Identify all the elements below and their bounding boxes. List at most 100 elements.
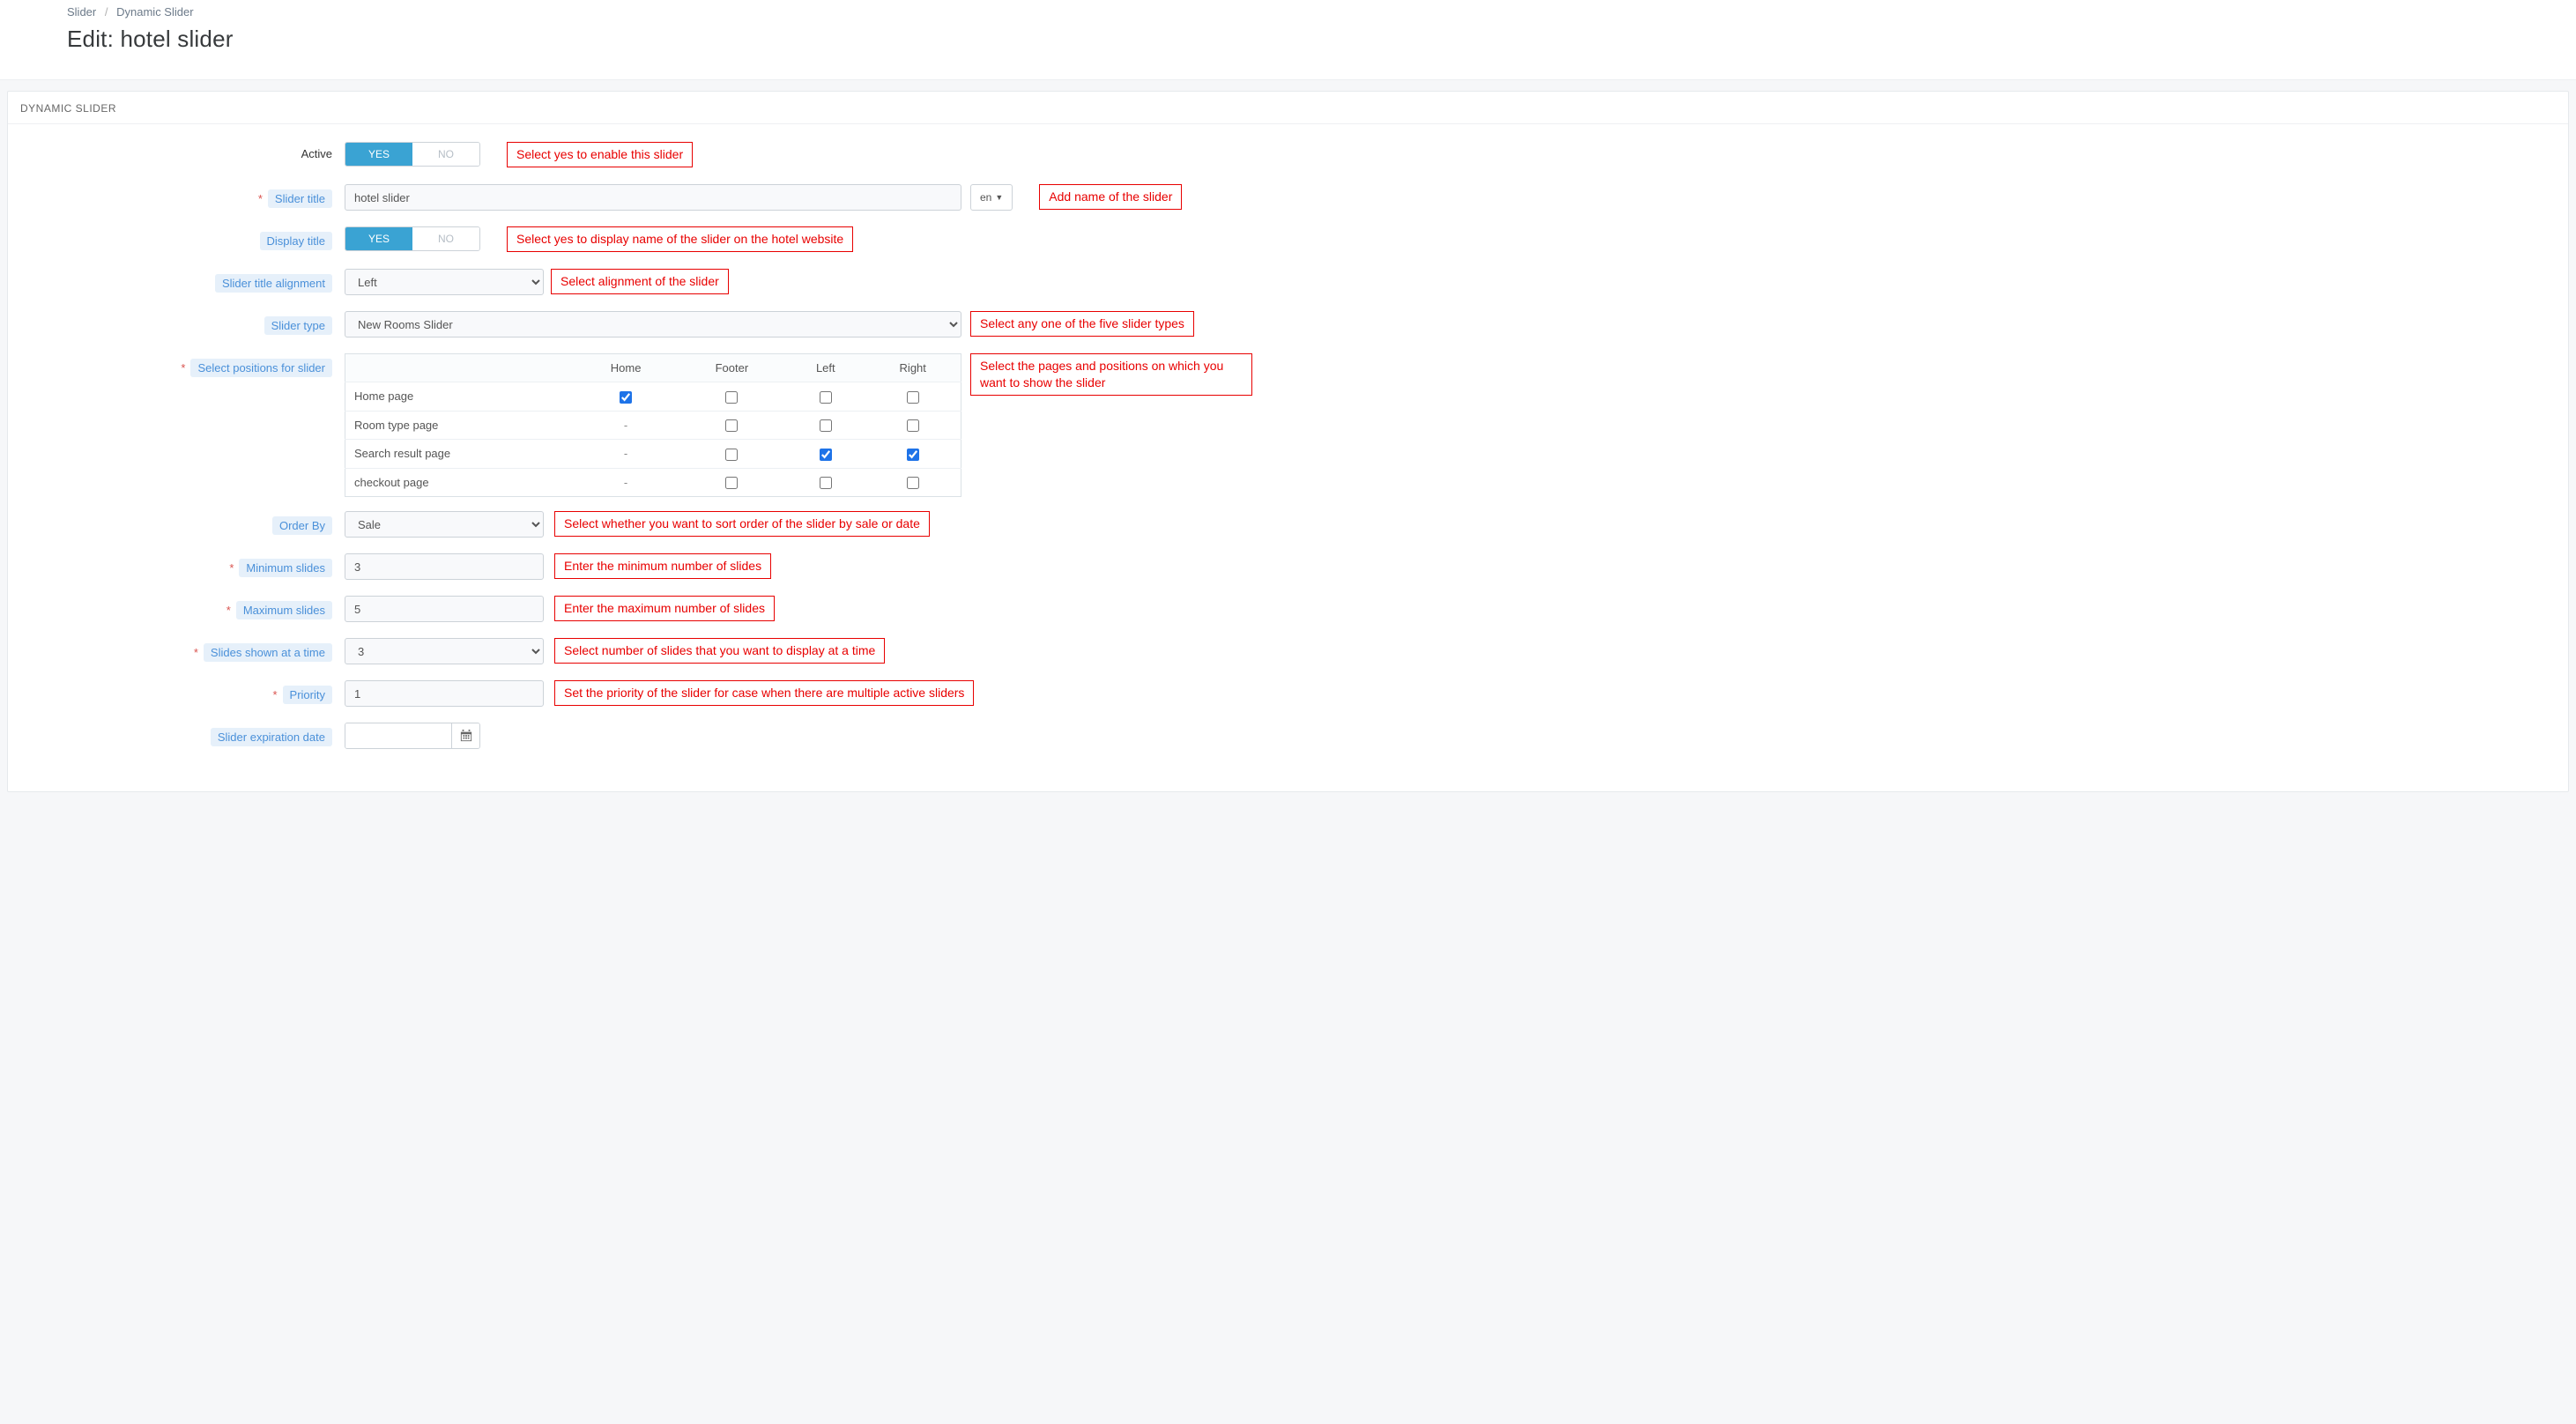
positions-cell xyxy=(786,382,865,412)
slides-at-time-select[interactable]: 3 xyxy=(345,638,544,664)
positions-checkbox[interactable] xyxy=(820,477,832,489)
positions-col-home: Home xyxy=(575,354,678,382)
positions-cell xyxy=(865,468,961,497)
max-slides-input[interactable] xyxy=(345,596,544,622)
panel-title: DYNAMIC SLIDER xyxy=(8,92,2568,124)
hint-min-slides: Enter the minimum number of slides xyxy=(554,553,771,579)
breadcrumb: Slider / Dynamic Slider xyxy=(67,5,2509,19)
label-title-align: Slider title alignment xyxy=(215,274,332,293)
positions-cell xyxy=(865,411,961,440)
label-priority: Priority xyxy=(283,686,332,704)
positions-col-right: Right xyxy=(865,354,961,382)
positions-cell xyxy=(865,440,961,469)
required-marker: * xyxy=(194,646,198,659)
positions-table: Home Footer Left Right Home pageRoom typ… xyxy=(345,353,961,497)
display-title-no[interactable]: NO xyxy=(412,227,479,250)
positions-cell xyxy=(678,411,786,440)
positions-checkbox[interactable] xyxy=(907,419,919,432)
calendar-icon xyxy=(460,730,472,742)
active-toggle[interactable]: YES NO xyxy=(345,142,480,167)
display-title-yes[interactable]: YES xyxy=(345,227,412,250)
positions-checkbox[interactable] xyxy=(725,391,738,404)
priority-input[interactable] xyxy=(345,680,544,707)
hint-slides-at-time: Select number of slides that you want to… xyxy=(554,638,885,664)
label-slider-type: Slider type xyxy=(264,316,332,335)
hint-positions: Select the pages and positions on which … xyxy=(970,353,1252,396)
positions-checkbox[interactable] xyxy=(907,391,919,404)
hint-max-slides: Enter the maximum number of slides xyxy=(554,596,775,621)
required-marker: * xyxy=(258,192,263,205)
required-marker: * xyxy=(229,561,234,575)
hint-display-title: Select yes to display name of the slider… xyxy=(507,226,853,252)
positions-cell xyxy=(786,468,865,497)
panel-dynamic-slider: DYNAMIC SLIDER Active YES NO Select yes … xyxy=(7,91,2569,792)
required-marker: * xyxy=(181,361,185,375)
hint-title-align: Select alignment of the slider xyxy=(551,269,729,294)
label-slider-title: Slider title xyxy=(268,189,332,208)
positions-checkbox[interactable] xyxy=(725,449,738,461)
required-marker: * xyxy=(226,604,231,617)
positions-checkbox[interactable] xyxy=(620,391,632,404)
positions-checkbox[interactable] xyxy=(907,449,919,461)
breadcrumb-sep: / xyxy=(100,5,114,19)
title-align-select[interactable]: Left xyxy=(345,269,544,295)
positions-col-left: Left xyxy=(786,354,865,382)
hint-active: Select yes to enable this slider xyxy=(507,142,693,167)
positions-cell xyxy=(786,440,865,469)
positions-col-page xyxy=(345,354,575,382)
label-expiration: Slider expiration date xyxy=(211,728,332,746)
slider-type-select[interactable]: New Rooms Slider xyxy=(345,311,961,337)
dash-icon: - xyxy=(624,419,627,432)
required-marker: * xyxy=(272,688,277,701)
positions-checkbox[interactable] xyxy=(820,391,832,404)
active-no[interactable]: NO xyxy=(412,143,479,166)
order-by-select[interactable]: Sale xyxy=(345,511,544,538)
lang-dropdown[interactable]: en ▼ xyxy=(970,184,1013,211)
expiration-calendar-button[interactable] xyxy=(451,723,479,748)
lang-value: en xyxy=(980,191,991,204)
positions-checkbox[interactable] xyxy=(725,419,738,432)
positions-checkbox[interactable] xyxy=(907,477,919,489)
table-row: checkout page - xyxy=(345,468,961,497)
hint-priority: Set the priority of the slider for case … xyxy=(554,680,974,706)
breadcrumb-leaf: Dynamic Slider xyxy=(116,5,193,19)
table-row: Search result page - xyxy=(345,440,961,469)
label-slides-at-time: Slides shown at a time xyxy=(204,643,332,662)
positions-row-name: Search result page xyxy=(345,440,575,469)
hint-slider-type: Select any one of the five slider types xyxy=(970,311,1194,337)
label-display-title: Display title xyxy=(260,232,332,250)
display-title-toggle[interactable]: YES NO xyxy=(345,226,480,251)
positions-cell-dash: - xyxy=(575,440,678,469)
dash-icon: - xyxy=(624,476,627,489)
positions-cell-dash: - xyxy=(575,468,678,497)
positions-checkbox[interactable] xyxy=(820,449,832,461)
slider-title-input[interactable] xyxy=(345,184,961,211)
positions-cell xyxy=(678,382,786,412)
label-min-slides: Minimum slides xyxy=(239,559,332,577)
positions-cell xyxy=(678,468,786,497)
positions-cell xyxy=(678,440,786,469)
label-order-by: Order By xyxy=(272,516,332,535)
dash-icon: - xyxy=(624,447,627,460)
active-yes[interactable]: YES xyxy=(345,143,412,166)
table-row: Home page xyxy=(345,382,961,412)
label-positions: Select positions for slider xyxy=(190,359,332,377)
positions-cell xyxy=(786,411,865,440)
label-active: Active xyxy=(301,147,332,160)
min-slides-input[interactable] xyxy=(345,553,544,580)
positions-cell xyxy=(575,382,678,412)
positions-row-name: Home page xyxy=(345,382,575,412)
positions-cell xyxy=(865,382,961,412)
breadcrumb-root[interactable]: Slider xyxy=(67,5,96,19)
hint-slider-title: Add name of the slider xyxy=(1039,184,1182,210)
positions-row-name: checkout page xyxy=(345,468,575,497)
positions-col-footer: Footer xyxy=(678,354,786,382)
label-max-slides: Maximum slides xyxy=(236,601,332,619)
positions-cell-dash: - xyxy=(575,411,678,440)
positions-row-name: Room type page xyxy=(345,411,575,440)
positions-checkbox[interactable] xyxy=(820,419,832,432)
positions-checkbox[interactable] xyxy=(725,477,738,489)
expiration-input[interactable] xyxy=(345,723,451,748)
table-row: Room type page - xyxy=(345,411,961,440)
hint-order-by: Select whether you want to sort order of… xyxy=(554,511,930,537)
